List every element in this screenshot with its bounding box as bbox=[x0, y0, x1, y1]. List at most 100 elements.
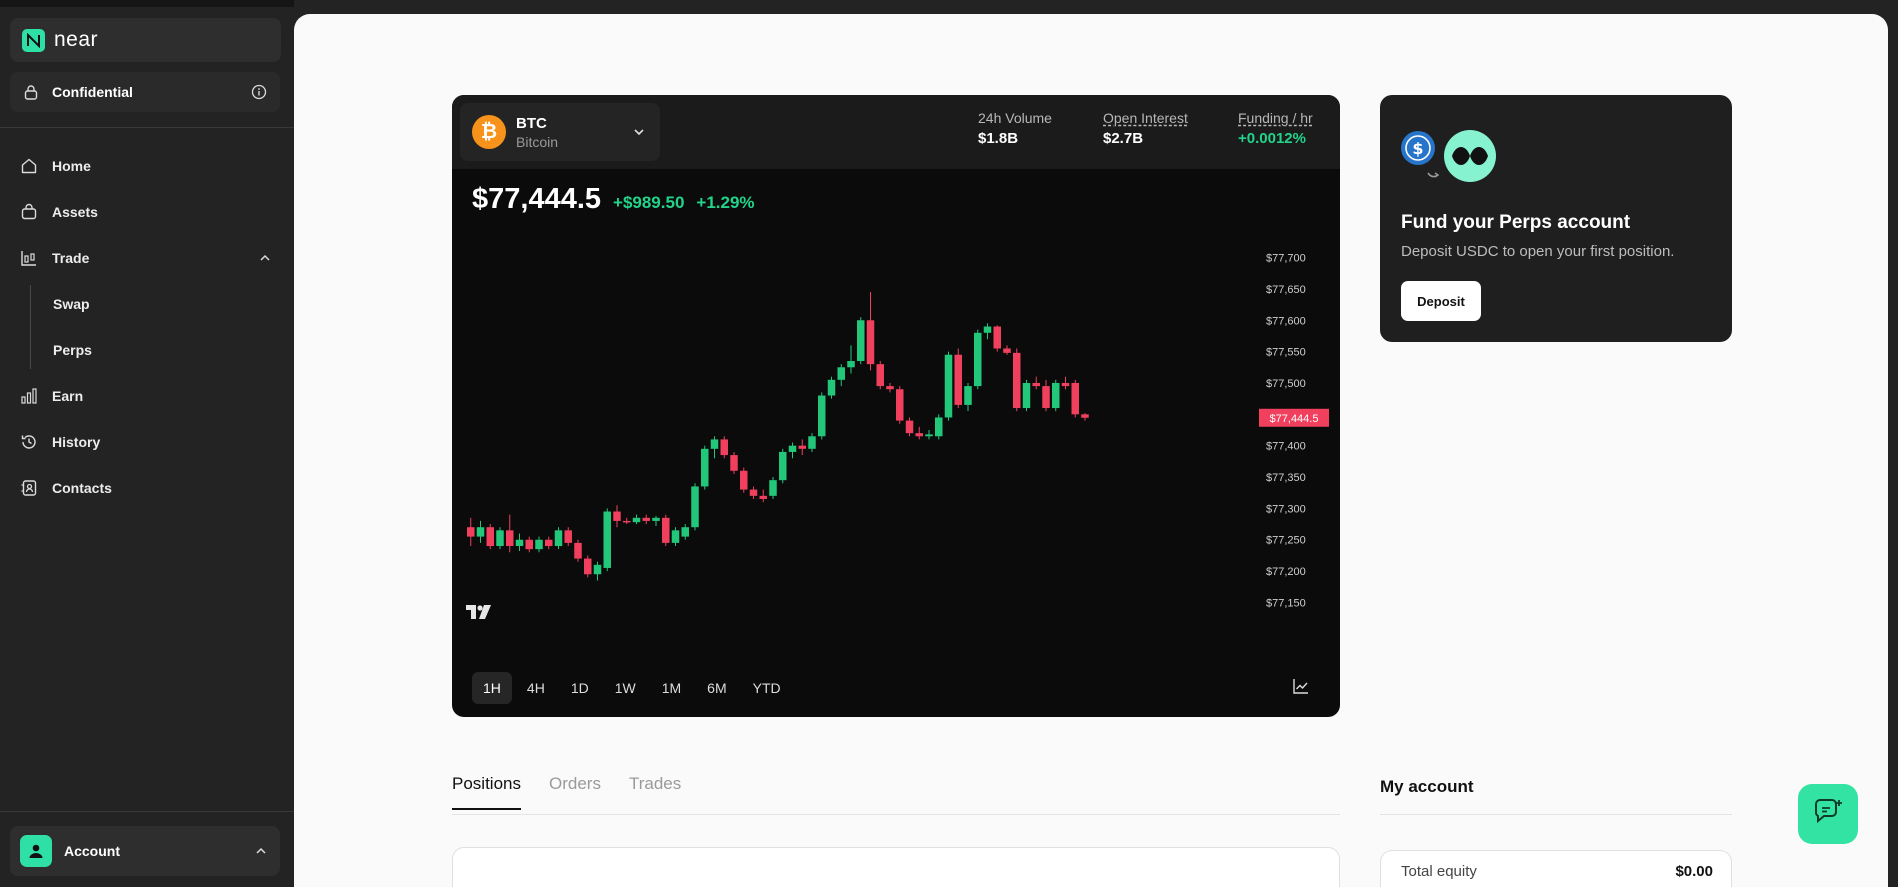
fund-title: Fund your Perps account bbox=[1401, 212, 1631, 233]
brand-logo-bar[interactable]: near bbox=[10, 18, 281, 62]
sidebar-item-home[interactable]: Home bbox=[0, 143, 294, 189]
candle-body bbox=[593, 564, 602, 575]
y-tick-label: $77,200 bbox=[1266, 566, 1306, 578]
sidebar-item-perps[interactable]: Perps bbox=[30, 327, 294, 373]
info-icon[interactable] bbox=[250, 83, 268, 101]
line-chart-icon[interactable] bbox=[1292, 677, 1310, 700]
candle-body bbox=[496, 530, 504, 547]
sidebar-divider bbox=[0, 127, 294, 128]
main-content: ₿ BTC Bitcoin 24h Volume $1.8B Open Inte… bbox=[294, 14, 1888, 887]
y-tick-label: $77,150 bbox=[1266, 597, 1306, 609]
timeframe-1w[interactable]: 1W bbox=[604, 672, 647, 704]
candle-body bbox=[827, 379, 836, 396]
candle-body bbox=[730, 455, 738, 471]
fund-perps-card: $ Fund your Perps account Deposit USDC t… bbox=[1380, 95, 1732, 342]
sidebar-item-label: Earn bbox=[52, 388, 84, 404]
candle-body bbox=[1042, 386, 1050, 409]
sidebar-item-history[interactable]: History bbox=[0, 419, 294, 465]
candle-body bbox=[613, 511, 621, 521]
my-account-title: My account bbox=[1380, 777, 1474, 796]
confidential-toggle[interactable]: Confidential bbox=[10, 72, 280, 112]
candle-body bbox=[632, 517, 641, 523]
tradingview-logo-icon[interactable] bbox=[465, 603, 495, 626]
candle-body bbox=[847, 361, 855, 368]
tab-positions[interactable]: Positions bbox=[452, 774, 521, 810]
history-icon bbox=[20, 433, 38, 451]
candle-body bbox=[886, 386, 894, 390]
tab-orders[interactable]: Orders bbox=[549, 774, 601, 810]
sidebar-item-earn[interactable]: Earn bbox=[0, 373, 294, 419]
timeframe-6m[interactable]: 6M bbox=[696, 672, 737, 704]
equity-panel: Total equity $0.00 bbox=[1380, 850, 1732, 887]
account-menu[interactable]: Account bbox=[10, 826, 280, 876]
deposit-button[interactable]: Deposit bbox=[1401, 281, 1481, 321]
sidebar-item-label: Contacts bbox=[52, 480, 112, 496]
candle-body bbox=[788, 445, 797, 452]
positions-panel bbox=[452, 847, 1340, 887]
timeframe-1m[interactable]: 1M bbox=[651, 672, 692, 704]
price-chart-card: ₿ BTC Bitcoin 24h Volume $1.8B Open Inte… bbox=[452, 95, 1340, 717]
candle-body bbox=[983, 326, 992, 333]
sidebar-item-assets[interactable]: Assets bbox=[0, 189, 294, 235]
support-chat-button[interactable] bbox=[1798, 784, 1858, 844]
candle-body bbox=[944, 354, 953, 418]
account-label: Account bbox=[64, 843, 120, 859]
candle-body bbox=[876, 364, 884, 387]
fund-description: Deposit USDC to open your first position… bbox=[1401, 243, 1675, 260]
equity-value: $0.00 bbox=[1675, 863, 1713, 880]
sidebar-item-label: Home bbox=[52, 158, 91, 174]
chat-icon bbox=[1812, 796, 1844, 833]
candle-body bbox=[779, 451, 787, 481]
candle-body bbox=[642, 517, 650, 521]
candle-body bbox=[925, 434, 933, 437]
candle-body bbox=[564, 530, 572, 543]
sidebar-item-swap[interactable]: Swap bbox=[30, 281, 294, 327]
my-account-divider bbox=[1380, 814, 1732, 815]
candle-body bbox=[467, 527, 475, 537]
candle-body bbox=[749, 489, 758, 496]
candle-body bbox=[964, 386, 972, 405]
sidebar-item-trade[interactable]: Trade bbox=[0, 235, 294, 281]
candle-body bbox=[1061, 382, 1070, 387]
candle-body bbox=[681, 527, 689, 537]
sidebar-item-contacts[interactable]: Contacts bbox=[0, 465, 294, 511]
candle-body bbox=[506, 530, 514, 547]
sidebar-item-label: Swap bbox=[53, 296, 90, 312]
candle-body bbox=[1081, 414, 1089, 418]
timeframe-1d[interactable]: 1D bbox=[560, 672, 600, 704]
user-icon bbox=[20, 835, 52, 867]
sidebar-divider bbox=[0, 811, 294, 812]
candles-icon bbox=[20, 249, 38, 267]
candle-body bbox=[818, 395, 826, 437]
candle-body bbox=[652, 517, 660, 521]
candle-body bbox=[623, 520, 631, 523]
timeframe-4h[interactable]: 4H bbox=[516, 672, 556, 704]
chevron-up-icon[interactable] bbox=[252, 842, 270, 860]
candle-body bbox=[759, 495, 767, 499]
chevron-up-icon[interactable] bbox=[256, 249, 274, 267]
sidebar-item-label: Trade bbox=[52, 250, 90, 266]
timeframe-ytd[interactable]: YTD bbox=[742, 672, 792, 704]
usdc-to-perps-icon: $ bbox=[1401, 130, 1496, 182]
near-logo-icon bbox=[22, 28, 45, 52]
candle-body bbox=[974, 332, 982, 387]
candle-body bbox=[866, 320, 875, 365]
confidential-label: Confidential bbox=[52, 84, 133, 100]
svg-text:$: $ bbox=[1412, 139, 1423, 158]
contacts-icon bbox=[20, 479, 38, 497]
candle-body bbox=[662, 517, 670, 543]
y-tick-label: $77,250 bbox=[1266, 535, 1306, 547]
timeframe-1h[interactable]: 1H bbox=[472, 672, 512, 704]
candlestick-chart[interactable]: $77,700 $77,650 $77,600 $77,550 $77,500 $77,4… bbox=[452, 95, 1340, 655]
y-tick-label: $77,650 bbox=[1266, 284, 1306, 296]
candle-body bbox=[574, 542, 582, 559]
y-tick-label: $77,400 bbox=[1266, 441, 1306, 453]
brand-name: near bbox=[54, 28, 99, 51]
candle-body bbox=[769, 480, 777, 496]
candle-body bbox=[515, 539, 524, 547]
candle-body bbox=[671, 530, 680, 543]
tab-trades[interactable]: Trades bbox=[629, 774, 681, 810]
candle-body bbox=[1022, 382, 1031, 409]
equity-row: Total equity $0.00 bbox=[1401, 863, 1713, 880]
y-tick-label: $77,350 bbox=[1266, 472, 1306, 484]
